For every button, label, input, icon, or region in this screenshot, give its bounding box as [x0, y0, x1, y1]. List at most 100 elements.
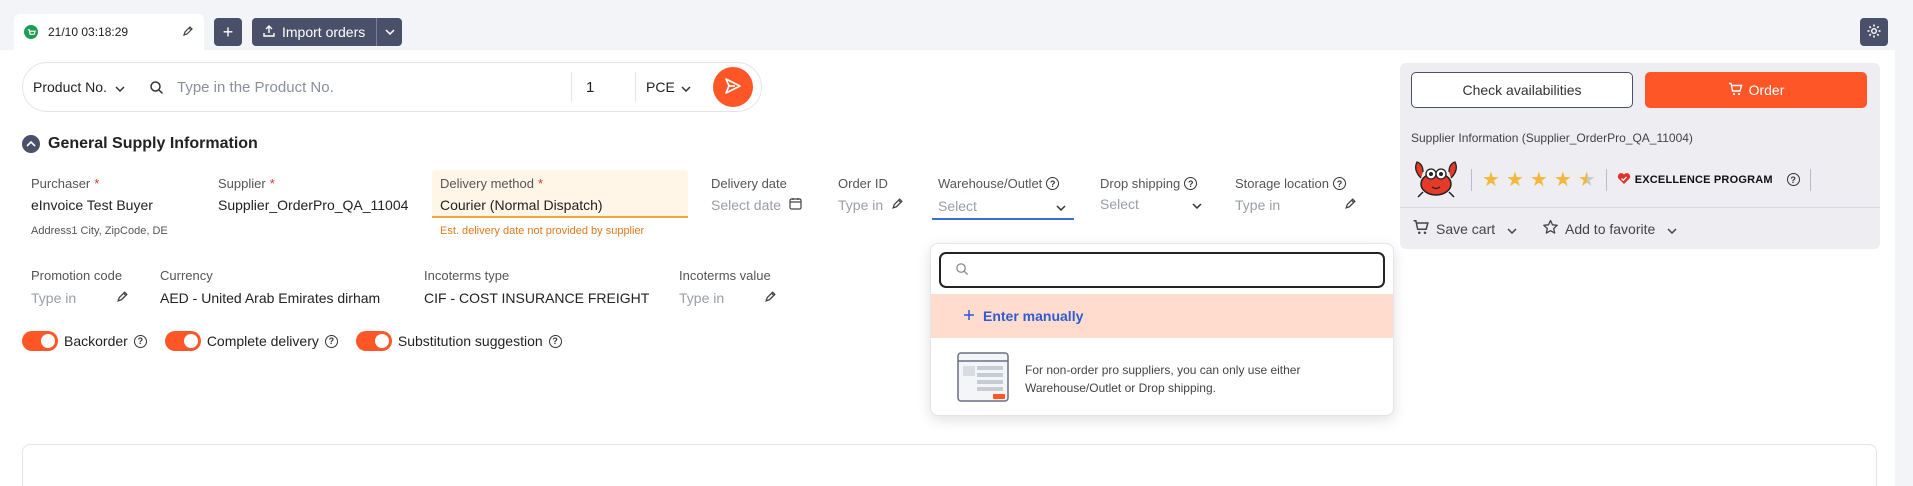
currency-value[interactable]: AED - United Arab Emirates dirham	[160, 290, 380, 306]
delivery-method-value[interactable]: Courier (Normal Dispatch)	[440, 197, 603, 213]
side-divider	[1400, 207, 1880, 208]
currency-label: Currency	[160, 268, 213, 283]
star-outline-icon	[1542, 219, 1559, 238]
backorder-label: Backorder	[64, 333, 128, 349]
edit-icon[interactable]	[1344, 197, 1357, 213]
backorder-toggle[interactable]	[22, 331, 58, 351]
help-icon[interactable]: ?	[324, 334, 338, 348]
drop-shipping-placeholder: Select	[1100, 196, 1139, 212]
dropdown-info-text: For non-order pro suppliers, you can onl…	[1025, 362, 1301, 395]
purchaser-label-text: Purchaser	[31, 176, 91, 191]
unit-select[interactable]: PCE	[635, 72, 705, 102]
help-icon[interactable]: ?	[1332, 177, 1346, 190]
settings-button[interactable]	[1860, 18, 1888, 46]
delivery-date-label: Delivery date	[711, 176, 787, 191]
cart-icon	[1728, 82, 1743, 99]
required-marker: *	[94, 176, 100, 191]
supplier-value[interactable]: Supplier_OrderPro_QA_11004	[218, 197, 408, 213]
check-availabilities-button[interactable]: Check availabilities	[1411, 72, 1633, 108]
help-icon[interactable]: ?	[1184, 177, 1198, 190]
substitution-option: Substitution suggestion ?	[355, 331, 562, 351]
edit-icon[interactable]	[116, 290, 129, 306]
help-icon[interactable]: ?	[1046, 177, 1060, 190]
order-button-label: Order	[1748, 82, 1785, 98]
document-illustration-icon	[957, 352, 1009, 405]
search-icon	[955, 262, 969, 279]
storage-location-placeholder: Type in	[1235, 197, 1281, 213]
supplier-label-text: Supplier	[218, 176, 266, 191]
cart-session-icon	[24, 25, 38, 39]
add-product-button[interactable]	[713, 67, 753, 107]
order-id-label: Order ID	[838, 176, 888, 191]
storage-location-input[interactable]: Type in	[1235, 197, 1357, 213]
chevron-down-icon	[115, 79, 125, 95]
options-toggles: Backorder ? Complete delivery ? Substitu…	[22, 331, 562, 351]
delivery-date-placeholder: Select date	[711, 197, 782, 213]
delivery-date-picker[interactable]: Select date	[711, 197, 802, 213]
divider	[1809, 168, 1811, 191]
quantity-input[interactable]: 1	[571, 72, 635, 102]
complete-delivery-toggle[interactable]	[164, 331, 201, 351]
purchaser-address: Address1 City, ZipCode, DE	[31, 225, 168, 237]
help-icon[interactable]: ?	[133, 334, 147, 348]
edit-icon[interactable]	[764, 290, 777, 306]
session-tab[interactable]: 21/10 03:18:29	[14, 14, 204, 50]
chevron-down-icon	[1056, 198, 1066, 214]
order-id-placeholder: Type in	[838, 197, 884, 213]
storage-location-label-text: Storage location	[1235, 176, 1329, 191]
excellence-label: EXCELLENCE PROGRAM	[1634, 173, 1773, 186]
crab-logo-icon	[1411, 156, 1461, 203]
session-time: 21/10 03:18:29	[48, 25, 129, 39]
save-cart-button[interactable]: Save cart	[1412, 219, 1517, 238]
add-to-favorite-button[interactable]: Add to favorite	[1542, 219, 1677, 238]
order-button[interactable]: Order	[1645, 72, 1867, 108]
warehouse-dropdown: Enter manually For non-order pro supplie…	[930, 243, 1394, 416]
order-id-input[interactable]: Type in	[838, 197, 904, 213]
import-orders-button[interactable]: Import orders	[252, 18, 402, 46]
add-session-button[interactable]: +	[214, 18, 242, 46]
warehouse-label: Warehouse/Outlet ?	[938, 176, 1060, 191]
dropdown-search[interactable]	[939, 252, 1385, 288]
enter-manually-label: Enter manually	[983, 308, 1084, 324]
calendar-icon[interactable]	[789, 197, 802, 213]
help-icon[interactable]: ?	[1786, 173, 1800, 186]
drop-shipping-label-text: Drop shipping	[1100, 176, 1181, 191]
edit-icon[interactable]	[891, 197, 904, 213]
general-supply-header[interactable]: General Supply Information	[22, 135, 258, 153]
divider	[1605, 168, 1607, 191]
half-star-icon: ★	[1577, 168, 1596, 191]
drop-shipping-select[interactable]: Select	[1100, 196, 1202, 212]
product-field-label: Product No.	[33, 79, 107, 95]
warehouse-select[interactable]: Select	[932, 194, 1074, 220]
promotion-code-input[interactable]: Type in	[31, 290, 129, 306]
import-options-chevron-icon[interactable]	[376, 18, 402, 46]
product-number-input[interactable]	[171, 78, 571, 96]
purchaser-label: Purchaser *	[31, 176, 99, 191]
delivery-method-label: Delivery method *	[440, 176, 543, 191]
drop-shipping-label: Drop shipping ?	[1100, 176, 1198, 191]
enter-manually-option[interactable]: Enter manually	[931, 294, 1393, 338]
help-icon[interactable]: ?	[548, 334, 562, 348]
star-icon: ★	[1505, 168, 1524, 191]
incoterms-value-input[interactable]: Type in	[679, 290, 777, 306]
edit-session-icon[interactable]	[182, 25, 194, 40]
scrollbar[interactable]	[1895, 0, 1913, 486]
send-icon	[723, 76, 743, 99]
cart-icon	[1412, 219, 1430, 238]
supplier-label: Supplier *	[218, 176, 275, 191]
upload-icon	[262, 24, 276, 41]
incoterms-type-label: Incoterms type	[424, 268, 510, 283]
delivery-method-label-text: Delivery method	[440, 176, 534, 191]
complete-delivery-option: Complete delivery ?	[164, 331, 338, 351]
delivery-warning: Est. delivery date not provided by suppl…	[440, 225, 645, 237]
purchaser-value[interactable]: eInvoice Test Buyer	[31, 197, 153, 213]
chevron-up-icon[interactable]	[22, 135, 40, 153]
plus-icon	[963, 308, 975, 324]
star-icon: ★	[1482, 168, 1500, 191]
substitution-toggle[interactable]	[355, 331, 392, 351]
product-field-select[interactable]: Product No.	[23, 79, 141, 95]
save-cart-label: Save cart	[1436, 220, 1496, 237]
dropdown-search-input[interactable]	[977, 262, 1357, 278]
incoterms-type-value[interactable]: CIF - COST INSURANCE FREIGHT	[424, 290, 649, 306]
excellence-program-badge: EXCELLENCE PROGRAM ?	[1617, 172, 1800, 188]
